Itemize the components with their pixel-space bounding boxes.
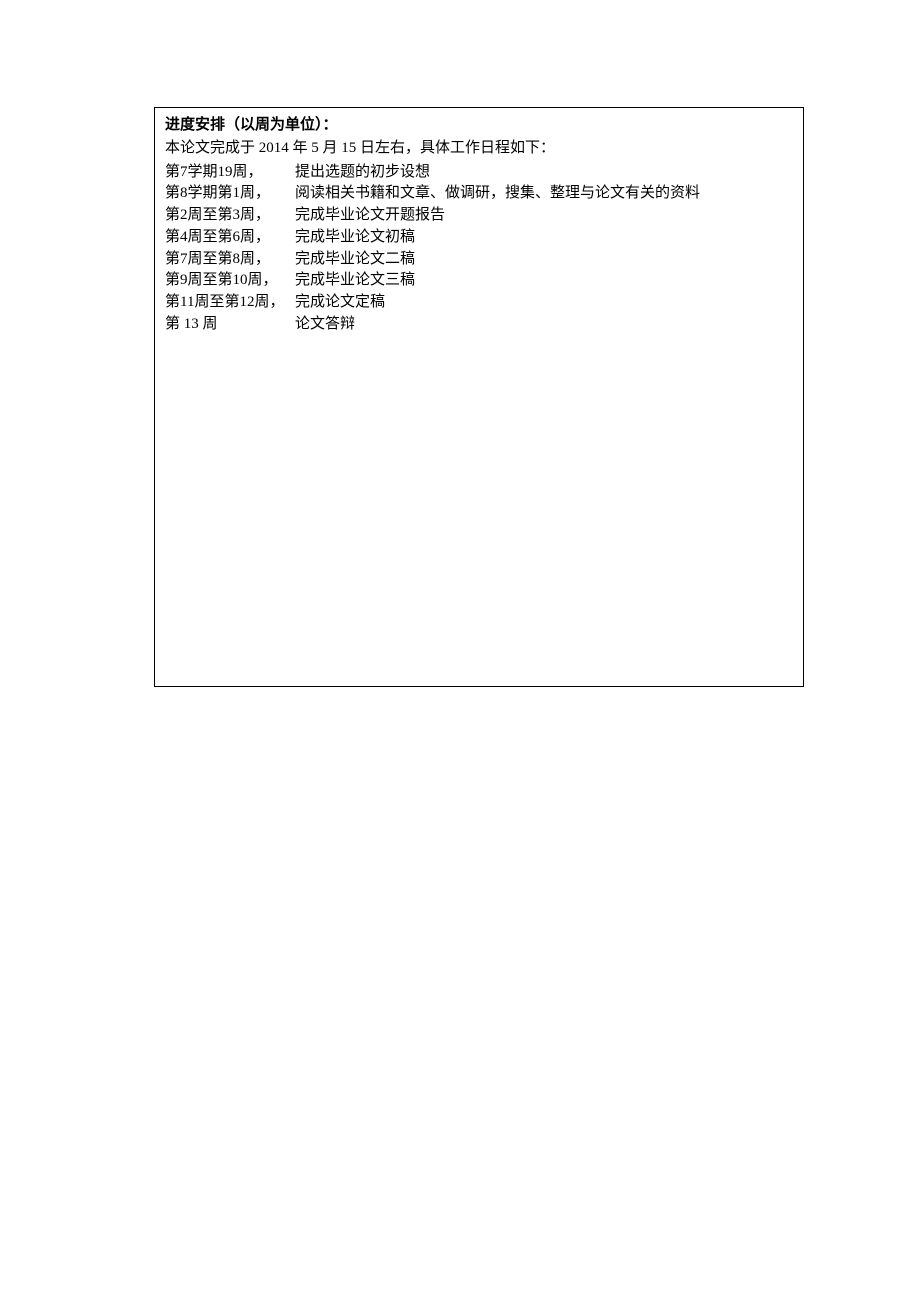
schedule-period: 第8学期第1周， <box>165 183 295 205</box>
schedule-period: 第2周至第3周， <box>165 205 295 227</box>
schedule-row: 第4周至第6周， 完成毕业论文初稿 <box>165 227 793 249</box>
schedule-period: 第 13 周 <box>165 314 295 336</box>
schedule-desc: 完成毕业论文开题报告 <box>295 205 793 227</box>
schedule-row: 第 13 周 论文答辩 <box>165 314 793 336</box>
schedule-heading: 进度安排（以周为单位）： <box>165 114 793 136</box>
schedule-intro: 本论文完成于 2014 年 5 月 15 日左右，具体工作日程如下： <box>165 138 793 160</box>
schedule-rows: 第7学期19周， 提出选题的初步设想 第8学期第1周， 阅读相关书籍和文章、做调… <box>165 162 793 336</box>
schedule-row: 第7周至第8周， 完成毕业论文二稿 <box>165 249 793 271</box>
schedule-desc: 阅读相关书籍和文章、做调研，搜集、整理与论文有关的资料 <box>295 183 793 205</box>
schedule-desc: 完成论文定稿 <box>295 292 793 314</box>
schedule-row: 第2周至第3周， 完成毕业论文开题报告 <box>165 205 793 227</box>
schedule-row: 第11周至第12周， 完成论文定稿 <box>165 292 793 314</box>
schedule-box: 进度安排（以周为单位）： 本论文完成于 2014 年 5 月 15 日左右，具体… <box>154 107 804 687</box>
schedule-period: 第4周至第6周， <box>165 227 295 249</box>
schedule-desc: 完成毕业论文二稿 <box>295 249 793 271</box>
schedule-period: 第7周至第8周， <box>165 249 295 271</box>
schedule-period: 第9周至第10周， <box>165 270 295 292</box>
schedule-row: 第8学期第1周， 阅读相关书籍和文章、做调研，搜集、整理与论文有关的资料 <box>165 183 793 205</box>
schedule-desc: 论文答辩 <box>295 314 793 336</box>
schedule-desc: 完成毕业论文初稿 <box>295 227 793 249</box>
schedule-desc: 完成毕业论文三稿 <box>295 270 793 292</box>
schedule-period: 第11周至第12周， <box>165 292 295 314</box>
schedule-row: 第9周至第10周， 完成毕业论文三稿 <box>165 270 793 292</box>
schedule-period: 第7学期19周， <box>165 162 295 184</box>
schedule-row: 第7学期19周， 提出选题的初步设想 <box>165 162 793 184</box>
schedule-desc: 提出选题的初步设想 <box>295 162 793 184</box>
